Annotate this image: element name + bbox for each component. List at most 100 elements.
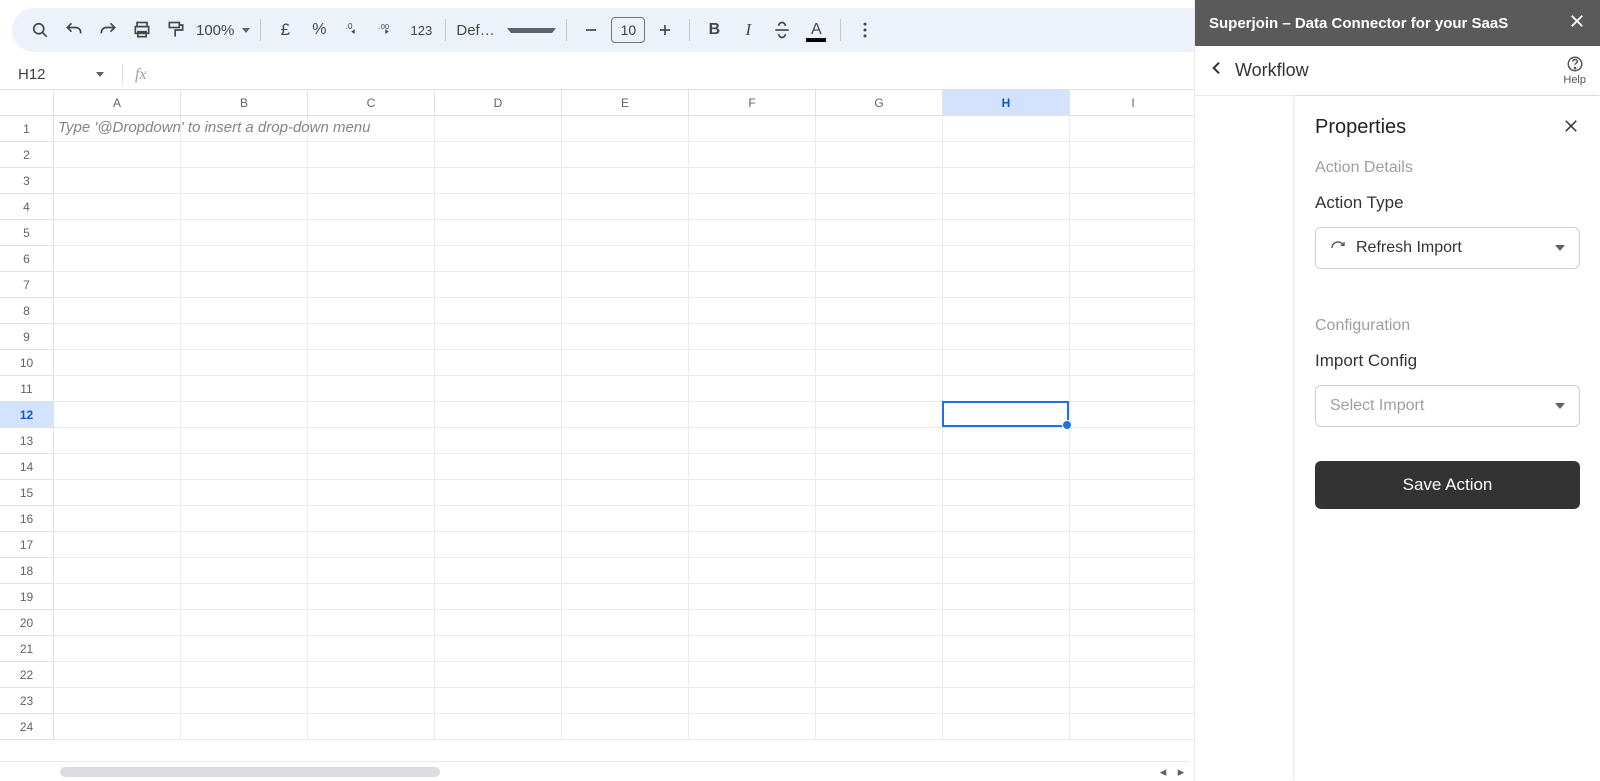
cell[interactable] [943, 584, 1070, 610]
cell[interactable] [562, 662, 689, 688]
cell[interactable] [562, 246, 689, 272]
cell[interactable] [689, 584, 816, 610]
cell[interactable] [1070, 376, 1197, 402]
undo-icon[interactable] [60, 16, 88, 44]
cell[interactable] [435, 662, 562, 688]
column-header[interactable]: H [943, 90, 1070, 116]
cell[interactable] [816, 168, 943, 194]
cell[interactable] [308, 142, 435, 168]
cell[interactable] [816, 558, 943, 584]
cell[interactable] [181, 584, 308, 610]
cell[interactable] [435, 610, 562, 636]
cell[interactable] [435, 376, 562, 402]
name-box[interactable]: H12 [6, 66, 114, 83]
row-header[interactable]: 22 [0, 662, 54, 688]
row-header[interactable]: 9 [0, 324, 54, 350]
cell[interactable] [54, 272, 181, 298]
cell[interactable] [816, 376, 943, 402]
text-color-button[interactable]: A [802, 16, 830, 44]
cell[interactable] [943, 532, 1070, 558]
cell[interactable] [562, 376, 689, 402]
cell[interactable] [943, 662, 1070, 688]
cell[interactable] [1070, 194, 1197, 220]
cell[interactable] [435, 272, 562, 298]
cell[interactable] [308, 194, 435, 220]
cell[interactable] [562, 610, 689, 636]
row-header[interactable]: 13 [0, 428, 54, 454]
close-icon[interactable] [1568, 12, 1586, 34]
cell[interactable] [308, 272, 435, 298]
cell[interactable] [308, 506, 435, 532]
search-icon[interactable] [26, 16, 54, 44]
cell[interactable] [181, 116, 308, 142]
cell[interactable] [816, 324, 943, 350]
cell[interactable] [1070, 506, 1197, 532]
cell[interactable] [943, 376, 1070, 402]
cell[interactable] [562, 428, 689, 454]
cell[interactable] [435, 532, 562, 558]
cell[interactable] [562, 480, 689, 506]
cell[interactable] [943, 454, 1070, 480]
back-icon[interactable] [1209, 60, 1225, 81]
cell[interactable] [562, 636, 689, 662]
cell[interactable] [943, 324, 1070, 350]
cell[interactable] [54, 142, 181, 168]
cell[interactable] [1070, 584, 1197, 610]
cell[interactable] [308, 376, 435, 402]
cell[interactable] [689, 116, 816, 142]
cell[interactable] [562, 142, 689, 168]
increase-decimal-icon[interactable]: .00 [373, 16, 401, 44]
currency-button[interactable]: £ [271, 16, 299, 44]
row-header[interactable]: 17 [0, 532, 54, 558]
cell[interactable] [816, 350, 943, 376]
cell[interactable] [943, 272, 1070, 298]
cell[interactable] [816, 428, 943, 454]
cell[interactable] [943, 246, 1070, 272]
cell[interactable] [435, 558, 562, 584]
cell[interactable] [181, 246, 308, 272]
cell[interactable] [689, 558, 816, 584]
cell[interactable] [943, 298, 1070, 324]
column-header[interactable]: B [181, 90, 308, 116]
cell[interactable] [816, 194, 943, 220]
cell[interactable] [689, 194, 816, 220]
row-header[interactable]: 1 [0, 116, 54, 142]
cell[interactable] [689, 714, 816, 740]
cell[interactable] [308, 402, 435, 428]
cell[interactable] [689, 636, 816, 662]
cell[interactable] [689, 376, 816, 402]
row-header[interactable]: 10 [0, 350, 54, 376]
cell[interactable] [689, 688, 816, 714]
italic-button[interactable]: I [734, 16, 762, 44]
cell[interactable] [562, 584, 689, 610]
cell[interactable] [435, 688, 562, 714]
cell[interactable] [943, 168, 1070, 194]
cell[interactable] [562, 714, 689, 740]
cell[interactable] [689, 350, 816, 376]
cell[interactable] [943, 194, 1070, 220]
cell[interactable] [689, 532, 816, 558]
cell[interactable] [943, 506, 1070, 532]
cell[interactable] [54, 688, 181, 714]
cell[interactable] [562, 116, 689, 142]
cell[interactable] [181, 324, 308, 350]
cell[interactable] [308, 454, 435, 480]
cell[interactable] [435, 194, 562, 220]
cell[interactable] [1070, 454, 1197, 480]
scroll-left-icon[interactable]: ◂ [1154, 763, 1172, 781]
cell[interactable] [181, 142, 308, 168]
cell[interactable] [308, 428, 435, 454]
column-header[interactable]: I [1070, 90, 1197, 116]
cell[interactable] [54, 584, 181, 610]
increase-font-icon[interactable] [651, 16, 679, 44]
cell[interactable] [54, 532, 181, 558]
row-header[interactable]: 24 [0, 714, 54, 740]
cell[interactable] [1070, 116, 1197, 142]
cell[interactable] [1070, 350, 1197, 376]
cell[interactable] [54, 246, 181, 272]
cell[interactable] [1070, 714, 1197, 740]
zoom-select[interactable]: 100% [196, 22, 250, 39]
cell[interactable] [943, 350, 1070, 376]
cell[interactable] [943, 480, 1070, 506]
cell[interactable] [435, 246, 562, 272]
